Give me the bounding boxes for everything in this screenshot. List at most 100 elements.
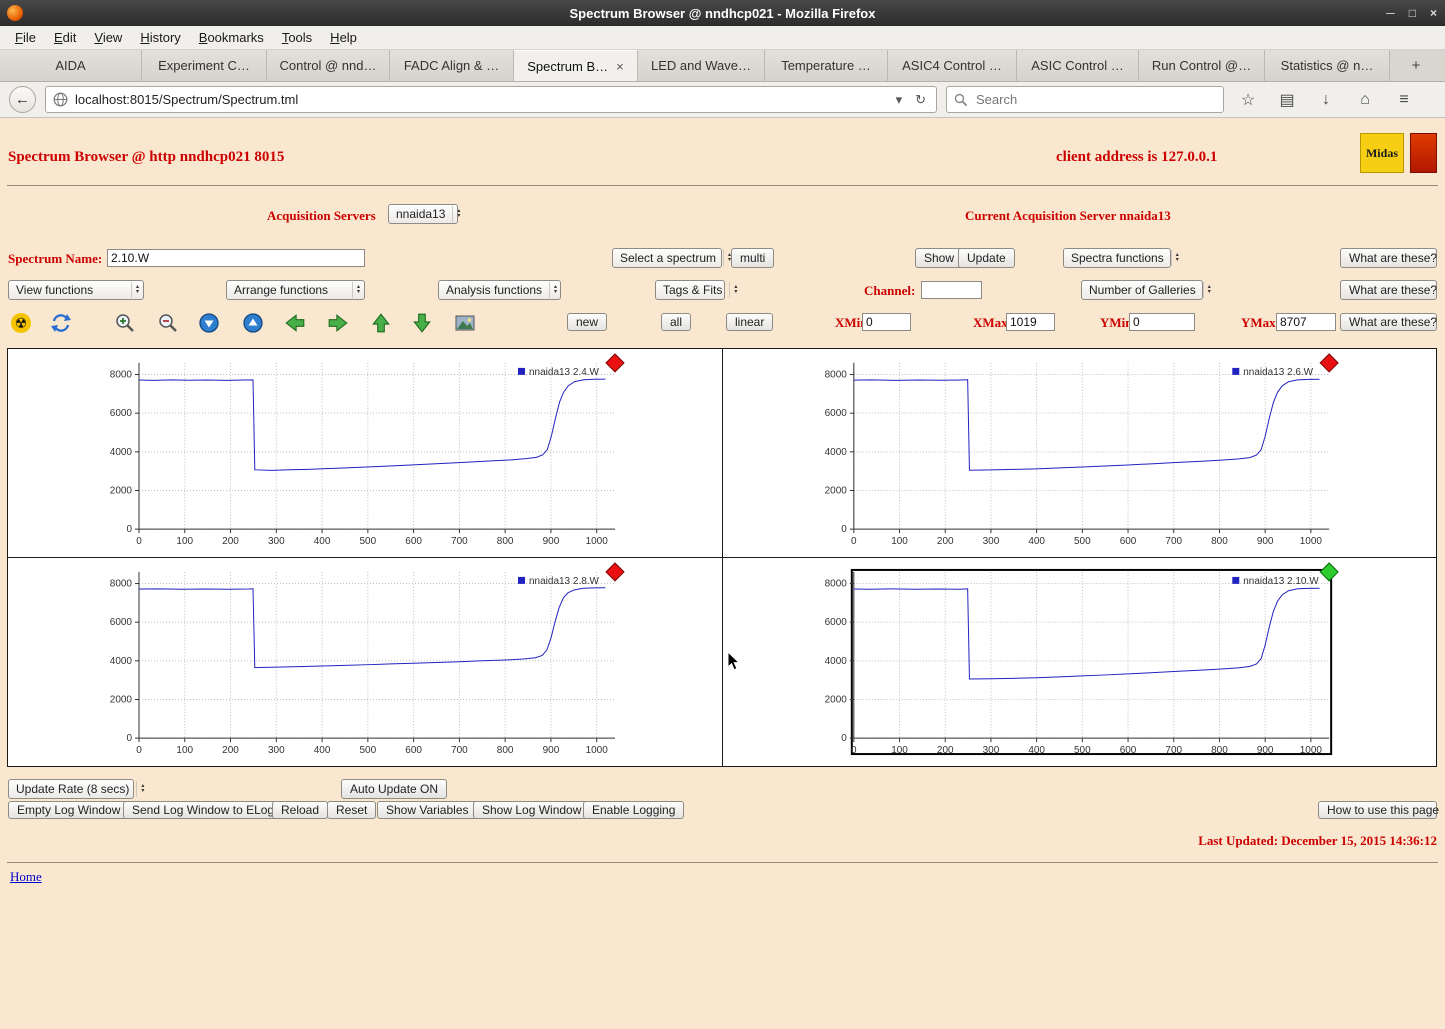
update-button[interactable]: Update — [958, 248, 1015, 268]
show-variables-button[interactable]: Show Variables — [377, 801, 478, 819]
spectrum-name-input[interactable] — [107, 249, 365, 267]
arrange-functions-select[interactable]: Arrange functions — [226, 280, 365, 300]
number-of-galleries-select[interactable]: Number of Galleries — [1081, 280, 1203, 300]
last-updated-text: Last Updated: December 15, 2015 14:36:12 — [1198, 833, 1437, 849]
what-are-these-button-2[interactable]: What are these? — [1340, 280, 1437, 300]
refresh-icon[interactable] — [50, 312, 72, 334]
hamburger-menu-icon[interactable]: ≡ — [1389, 91, 1419, 109]
tab-led-wave[interactable]: LED and Wave… — [638, 50, 765, 81]
circle-arrow-up-icon[interactable] — [242, 312, 264, 334]
reload-button[interactable]: Reload — [272, 801, 328, 819]
empty-log-window-button[interactable]: Empty Log Window — [8, 801, 129, 819]
arrow-down-icon[interactable] — [411, 312, 433, 334]
tags-fits-select[interactable]: Tags & Fits — [655, 280, 725, 300]
tab-control[interactable]: Control @ nnd… — [267, 50, 390, 81]
tab-statistics[interactable]: Statistics @ n… — [1265, 50, 1390, 81]
radioactive-icon[interactable]: ☢ — [10, 312, 32, 334]
svg-text:6000: 6000 — [110, 408, 133, 419]
tab-asic4-control[interactable]: ASIC4 Control … — [888, 50, 1017, 81]
svg-text:400: 400 — [1028, 536, 1045, 547]
image-icon[interactable] — [454, 312, 476, 334]
view-functions-select[interactable]: View functions — [8, 280, 144, 300]
select-spectrum-select[interactable]: Select a spectrum — [612, 248, 722, 268]
how-to-use-button[interactable]: How to use this page — [1318, 801, 1437, 819]
menu-help[interactable]: Help — [321, 27, 366, 48]
zoom-out-icon[interactable] — [157, 312, 179, 334]
reload-icon[interactable]: ↻ — [912, 92, 929, 108]
svg-text:300: 300 — [268, 745, 285, 756]
ymin-input[interactable] — [1129, 313, 1195, 331]
what-are-these-button-1[interactable]: What are these? — [1340, 248, 1437, 268]
menu-file[interactable]: File — [6, 27, 45, 48]
analysis-functions-select[interactable]: Analysis functions — [438, 280, 561, 300]
select-spinner-icon — [723, 250, 731, 266]
svg-text:500: 500 — [1074, 745, 1091, 756]
spectrum-chart-2-8-w[interactable]: 0100200300400500600700800900100002000400… — [8, 558, 723, 766]
svg-text:2000: 2000 — [825, 485, 848, 496]
what-are-these-button-3[interactable]: What are these? — [1340, 313, 1437, 331]
tab-aida[interactable]: AIDA — [0, 50, 142, 81]
home-link[interactable]: Home — [10, 869, 42, 885]
show-log-window-button[interactable]: Show Log Window — [473, 801, 590, 819]
send-log-to-elog-button[interactable]: Send Log Window to ELog — [123, 801, 283, 819]
tab-experiment[interactable]: Experiment C… — [142, 50, 267, 81]
menu-edit[interactable]: Edit — [45, 27, 85, 48]
midas-logo[interactable]: Midas — [1360, 133, 1404, 173]
search-input[interactable] — [974, 91, 1216, 108]
arrow-left-icon[interactable] — [284, 312, 306, 334]
svg-text:900: 900 — [1257, 536, 1274, 547]
show-button[interactable]: Show — [915, 248, 963, 268]
home-icon[interactable]: ⌂ — [1350, 91, 1380, 109]
spectrum-chart-2-6-w[interactable]: 0100200300400500600700800900100002000400… — [723, 349, 1436, 558]
auto-update-button[interactable]: Auto Update ON — [341, 779, 447, 799]
zoom-in-icon[interactable] — [114, 312, 136, 334]
multi-button[interactable]: multi — [731, 248, 774, 268]
search-box[interactable] — [946, 86, 1224, 113]
channel-input[interactable] — [921, 281, 982, 299]
tab-temperature[interactable]: Temperature … — [765, 50, 888, 81]
maximize-button[interactable]: □ — [1409, 6, 1416, 20]
downloads-icon[interactable]: ↓ — [1311, 91, 1341, 109]
reset-button[interactable]: Reset — [327, 801, 376, 819]
update-rate-select[interactable]: Update Rate (8 secs) — [8, 779, 134, 799]
chevron-down-icon[interactable]: ▾ — [893, 92, 906, 108]
svg-text:4000: 4000 — [110, 447, 133, 458]
svg-text:0: 0 — [841, 524, 847, 535]
xmax-input[interactable] — [1006, 313, 1055, 331]
bookmarks-list-icon[interactable]: ▤ — [1272, 90, 1302, 110]
svg-text:1000: 1000 — [586, 536, 609, 547]
acquisition-servers-select[interactable]: nnaida13 — [388, 204, 458, 224]
svg-text:400: 400 — [1028, 745, 1045, 756]
spectrum-chart-2-4-w[interactable]: 0100200300400500600700800900100002000400… — [8, 349, 723, 558]
tab-asic-control[interactable]: ASIC Control … — [1017, 50, 1139, 81]
tab-close-icon[interactable]: × — [616, 59, 624, 74]
back-button[interactable]: ← — [9, 86, 36, 113]
menu-history[interactable]: History — [131, 27, 189, 48]
close-button[interactable]: × — [1430, 6, 1437, 20]
bookmark-star-icon[interactable]: ☆ — [1233, 90, 1263, 110]
menu-tools[interactable]: Tools — [273, 27, 321, 48]
arrow-up-icon[interactable] — [370, 312, 392, 334]
svg-text:700: 700 — [1165, 745, 1182, 756]
url-bar[interactable]: localhost:8015/Spectrum/Spectrum.tml ▾ ↻ — [45, 86, 937, 113]
svg-text:0: 0 — [136, 745, 142, 756]
minimize-button[interactable]: ─ — [1386, 6, 1395, 20]
spectrum-chart-2-10-w[interactable]: 0100200300400500600700800900100002000400… — [723, 558, 1436, 766]
new-button[interactable]: new — [567, 313, 607, 331]
tab-spectrum-browser[interactable]: Spectrum B… × — [514, 50, 638, 81]
menu-view[interactable]: View — [85, 27, 131, 48]
spectra-functions-select[interactable]: Spectra functions — [1063, 248, 1171, 268]
select-spinner-icon — [1203, 282, 1211, 298]
enable-logging-button[interactable]: Enable Logging — [583, 801, 684, 819]
new-tab-button[interactable]: + — [1402, 50, 1430, 81]
all-button[interactable]: all — [661, 313, 691, 331]
ymax-input[interactable] — [1276, 313, 1336, 331]
tab-run-control[interactable]: Run Control @… — [1139, 50, 1265, 81]
institute-logo[interactable] — [1410, 133, 1437, 173]
xmin-input[interactable] — [862, 313, 911, 331]
menu-bookmarks[interactable]: Bookmarks — [190, 27, 273, 48]
tab-fadc-align[interactable]: FADC Align & … — [390, 50, 514, 81]
circle-arrow-down-icon[interactable] — [198, 312, 220, 334]
linear-button[interactable]: linear — [726, 313, 773, 331]
arrow-right-icon[interactable] — [327, 312, 349, 334]
